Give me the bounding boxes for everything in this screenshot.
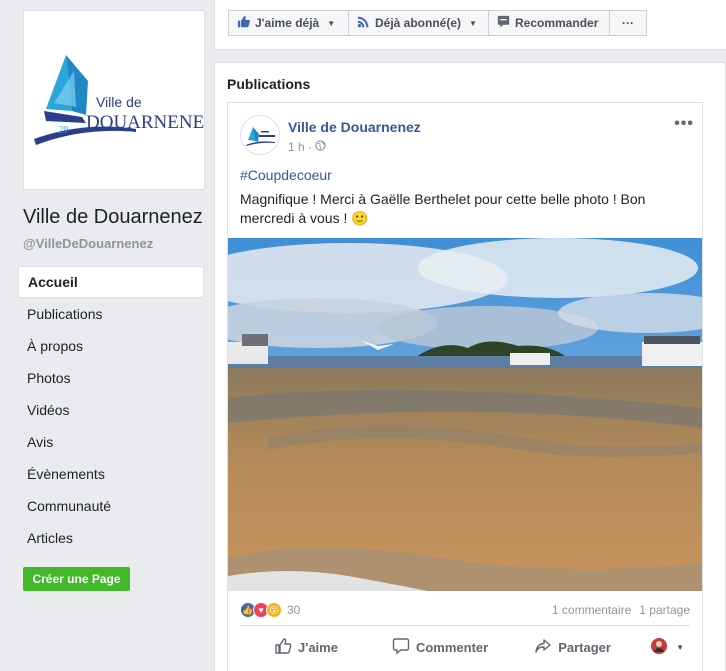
reactions-row: 👍 ♥ 😮 30 1 commentaire 1 partage: [240, 600, 690, 620]
globe-icon: [315, 140, 326, 154]
post-timestamp[interactable]: 1 h ·: [288, 140, 312, 154]
post-avatar[interactable]: [240, 115, 280, 155]
like-label: J'aime: [298, 640, 338, 655]
chevron-down-icon: ▼: [469, 18, 477, 28]
nav-item-avis[interactable]: Avis: [18, 426, 204, 458]
post-options-button[interactable]: •••: [674, 115, 694, 133]
nav-item-communaute[interactable]: Communauté: [18, 490, 204, 522]
svg-text:DOUARNENEZ: DOUARNENEZ: [86, 112, 204, 133]
post-card: Ville de Douarnenez 1 h · ••• #Coupdecoe…: [227, 102, 703, 671]
nav-item-evenements[interactable]: Évènements: [18, 458, 204, 490]
user-avatar-icon: [651, 638, 668, 657]
nav-item-accueil[interactable]: Accueil: [18, 266, 204, 298]
left-nav: Accueil Publications À propos Photos Vid…: [18, 266, 204, 554]
post-actions: J'aime Commenter Partager ▼: [240, 625, 690, 669]
comment-label: Commenter: [415, 640, 489, 655]
nav-item-photos[interactable]: Photos: [18, 362, 204, 394]
profile-picture[interactable]: 29 Ville de DOUARNENEZ: [23, 10, 216, 190]
like-button[interactable]: J'aime: [274, 637, 338, 658]
wow-reaction-icon[interactable]: 😮: [266, 602, 282, 618]
thumbs-up-icon: [237, 15, 250, 31]
speech-bubble-icon: [497, 15, 510, 31]
comments-count[interactable]: 1 commentaire: [552, 603, 631, 617]
publications-section: Publications Ville de Douarnenez 1 h · •…: [214, 62, 726, 671]
page-handle[interactable]: @VilleDeDouarnenez: [23, 236, 153, 251]
page-action-bar: J'aime déjà ▼ Déjà abonné(e) ▼ Recommand…: [214, 0, 726, 50]
page-title[interactable]: Ville de Douarnenez: [23, 206, 203, 229]
comment-button[interactable]: Commenter: [392, 637, 488, 658]
post-author-link[interactable]: Ville de Douarnenez: [288, 119, 421, 135]
follow-page-button[interactable]: Déjà abonné(e) ▼: [348, 10, 489, 36]
create-page-button[interactable]: Créer une Page: [23, 567, 130, 591]
nav-item-videos[interactable]: Vidéos: [18, 394, 204, 426]
recommend-label: Recommander: [515, 16, 599, 30]
more-dots-icon: ···: [622, 16, 634, 30]
nav-item-publications[interactable]: Publications: [18, 298, 204, 330]
svg-text:Ville de: Ville de: [96, 94, 142, 110]
rss-icon: [357, 15, 370, 31]
shares-count[interactable]: 1 partage: [639, 603, 690, 617]
douarnenez-logo-small: [246, 127, 275, 146]
thumbs-up-outline-icon: [274, 637, 292, 658]
nav-item-a-propos[interactable]: À propos: [18, 330, 204, 362]
chevron-down-icon: ▼: [676, 643, 684, 652]
hashtag-link[interactable]: #Coupdecoeur: [240, 167, 332, 183]
share-label: Partager: [558, 640, 611, 655]
recommend-button[interactable]: Recommander: [488, 10, 610, 36]
follow-page-label: Déjà abonné(e): [375, 16, 462, 30]
svg-text:29: 29: [58, 125, 68, 136]
post-photo[interactable]: [228, 238, 702, 591]
nav-item-articles[interactable]: Articles: [18, 522, 204, 554]
more-options-button[interactable]: ···: [609, 10, 647, 36]
section-title: Publications: [227, 76, 311, 92]
chevron-down-icon: ▼: [327, 18, 336, 28]
comment-icon: [392, 637, 410, 658]
share-arrow-icon: [534, 637, 552, 658]
douarnenez-logo: 29 Ville de DOUARNENEZ: [34, 55, 216, 145]
post-meta: 1 h ·: [288, 140, 326, 154]
reactions-count[interactable]: 30: [287, 603, 300, 617]
post-text: Magnifique ! Merci à Gaëlle Berthelet po…: [240, 191, 646, 226]
engagement-stats: 1 commentaire 1 partage: [552, 603, 690, 617]
like-page-button[interactable]: J'aime déjà ▼: [228, 10, 349, 36]
like-page-label: J'aime déjà: [255, 16, 320, 30]
share-button[interactable]: Partager: [534, 637, 611, 658]
post-as-selector[interactable]: ▼: [651, 638, 684, 657]
